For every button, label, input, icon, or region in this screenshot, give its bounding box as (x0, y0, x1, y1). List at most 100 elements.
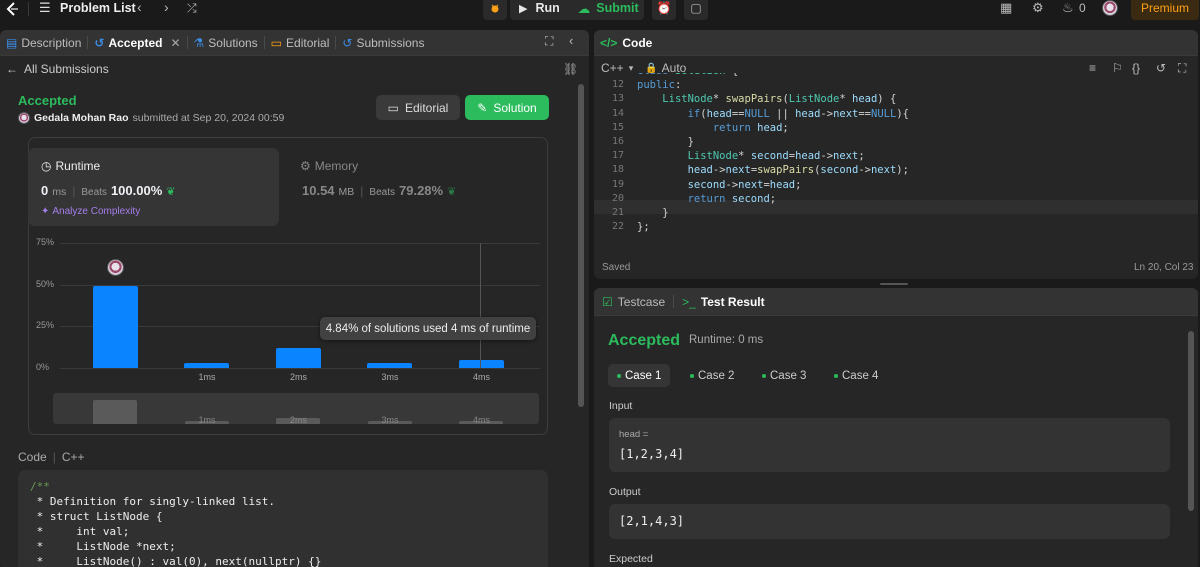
tab-testcase[interactable]: ☑ Testcase (594, 295, 673, 309)
leetcode-logo-icon[interactable] (3, 0, 21, 18)
case-tab-2[interactable]: Case 2 (681, 364, 743, 387)
link-icon[interactable]: ⛓ (563, 62, 578, 76)
chevron-down-icon[interactable]: ▾ (629, 63, 634, 74)
chart-bar-4ms[interactable] (458, 359, 504, 368)
y-tick-label: 0% (36, 362, 50, 372)
alarm-icon[interactable]: ⏰ (652, 0, 676, 20)
left-scrollbar[interactable] (578, 84, 584, 407)
analyze-complexity-label: Analyze Complexity (52, 206, 141, 217)
line-number: 20 (611, 192, 624, 204)
close-tab-icon[interactable]: ✕ (170, 36, 180, 50)
debug-icon[interactable] (483, 0, 507, 20)
editor-code-line[interactable]: if(head==NULL || head->next==NULL){ (637, 108, 909, 120)
runtime-stats: 0 ms | Beats 100.00% ❦ (41, 183, 175, 198)
test-panel-tabs: ☑ Testcase >_ Test Result (594, 288, 1198, 316)
editor-code-line[interactable]: class Solution { (637, 73, 738, 77)
case-tab-1[interactable]: Case 1 (608, 364, 671, 387)
pass-dot-icon (834, 373, 838, 378)
edit-icon: ✎ (477, 100, 488, 115)
memory-title[interactable]: ⚙ Memory (300, 159, 358, 173)
code-label: Code (18, 450, 47, 464)
memory-value: 10.54 (302, 183, 335, 198)
solution-button[interactable]: ✎ Solution (465, 95, 549, 120)
runtime-title-label: Runtime (55, 159, 101, 173)
editor-code-line[interactable]: return second; (637, 193, 777, 205)
tab-submissions-label: Submissions (356, 35, 425, 50)
chart-gridline (60, 243, 540, 244)
line-number: 22 (611, 221, 624, 233)
editor-code-line[interactable]: } (637, 136, 694, 148)
layout-grid-icon[interactable]: ▦ (1000, 0, 1012, 16)
code-line: * struct ListNode { (30, 510, 163, 523)
case-label: Case 3 (770, 369, 807, 382)
gear-icon[interactable]: ⚙ (1032, 0, 1044, 16)
notes-icon[interactable]: ▢ (684, 0, 708, 20)
collapse-panel-icon[interactable]: ‹ (569, 33, 573, 48)
tab-code[interactable]: </> Code (594, 30, 658, 56)
tab-description[interactable]: ▤ Description (0, 30, 87, 56)
runtime-unit: ms (52, 186, 67, 198)
play-icon: ▶ (519, 2, 528, 15)
editor-code-line[interactable]: second->next=head; (637, 179, 802, 191)
analyze-complexity-link[interactable]: ✦ Analyze Complexity (41, 206, 140, 217)
submitter-name[interactable]: Gedala Mohan Rao (34, 112, 129, 124)
editor-code-line[interactable]: ListNode* second=head->next; (637, 150, 865, 162)
code-line: * Definition for singly-linked list. (30, 495, 276, 508)
output-box[interactable]: [2,1,4,3] (609, 504, 1170, 539)
y-tick-label: 75% (36, 237, 55, 247)
user-avatar[interactable] (1102, 0, 1118, 16)
chart-bar-3ms[interactable] (367, 363, 412, 368)
tab-accepted[interactable]: ↺ Accepted ✕ (88, 30, 186, 56)
right-scrollbar[interactable] (1188, 331, 1194, 511)
next-problem-icon[interactable]: › (164, 0, 169, 15)
chart-bar-0ms[interactable] (92, 286, 138, 368)
prev-problem-icon[interactable]: ‹ (137, 0, 142, 15)
chart-bar-1ms[interactable] (184, 363, 229, 368)
tab-submissions[interactable]: ↺ Submissions (336, 30, 430, 56)
divider: | (72, 184, 76, 198)
editor-code-line[interactable]: public: (637, 79, 681, 91)
streak-fire-icon[interactable]: ♨ (1062, 0, 1074, 16)
line-number: 17 (611, 150, 624, 162)
run-button[interactable]: ▶ Run (510, 0, 569, 20)
all-submissions-link[interactable]: ← All Submissions ⛓ (0, 56, 589, 82)
maximize-icon[interactable]: ⛶ (545, 34, 553, 49)
shuffle-icon[interactable]: ⤮ (187, 1, 197, 16)
code-editor[interactable]: 11 class Solution {12 public: 13 ListNode* … (594, 73, 1198, 247)
pass-dot-icon (617, 373, 621, 378)
tab-test-result[interactable]: >_ Test Result (674, 295, 772, 309)
x-tick-label: 4ms (473, 372, 491, 382)
premium-button[interactable]: Premium (1131, 0, 1199, 20)
editor-code-line[interactable]: ListNode* swapPairs(ListNode* head) { (637, 93, 896, 105)
left-panel-tabs: ▤ Description ↺ Accepted ✕ ⚗ Solutions ▭… (0, 30, 589, 56)
case-tab-3[interactable]: Case 3 (753, 364, 815, 387)
code-line: * int val; (30, 525, 130, 538)
tab-editorial[interactable]: ▭ Editorial (265, 30, 336, 56)
chart-bar-2ms[interactable] (275, 348, 321, 368)
problem-list-icon[interactable]: ☰ (39, 0, 51, 16)
chart-tooltip: 4.84% of solutions used 4 ms of runtime (320, 317, 536, 340)
saved-status: Saved (602, 262, 631, 273)
top-bar: ☰ Problem List ‹ › ⤮ ▶ Run ☁ Submit ⏰ ▢ … (0, 0, 1200, 28)
test-runtime: Runtime: 0 ms (689, 334, 764, 346)
input-label: Input (609, 400, 633, 412)
brush-bar (93, 400, 137, 424)
editorial-button[interactable]: ▭ Editorial (376, 95, 460, 120)
editor-code-line[interactable]: return head; (637, 122, 789, 134)
problem-list-link[interactable]: Problem List (60, 1, 136, 15)
tab-solutions[interactable]: ⚗ Solutions (188, 30, 264, 56)
runtime-value: 0 (41, 183, 49, 198)
editor-code-line[interactable]: head->next=swapPairs(second->next); (637, 164, 909, 176)
editor-code-line[interactable]: }; (637, 221, 650, 233)
tab-description-label: Description (21, 35, 82, 50)
resize-handle[interactable] (880, 283, 908, 285)
checkbox-icon: ☑ (602, 294, 613, 309)
input-box[interactable]: head = [1,2,3,4] (609, 418, 1170, 472)
cloud-upload-icon: ☁ (577, 1, 591, 16)
x-tick-label: 1ms (198, 372, 216, 382)
submission-status: Accepted (18, 93, 77, 108)
case-tab-4[interactable]: Case 4 (825, 364, 887, 387)
editor-code-line[interactable]: } (637, 207, 668, 219)
output-value: [2,1,4,3] (619, 514, 685, 528)
submit-button[interactable]: ☁ Submit (569, 0, 648, 20)
